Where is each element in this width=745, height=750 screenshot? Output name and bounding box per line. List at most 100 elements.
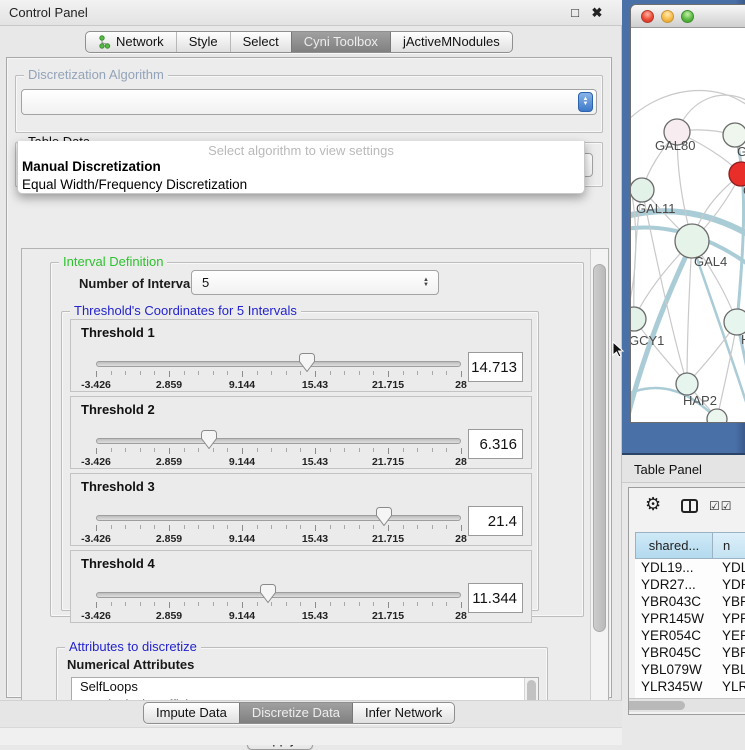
dropdown-item-equal-width-frequency-discretization[interactable]: Equal Width/Frequency Discretization xyxy=(18,176,584,194)
tick-mark xyxy=(417,371,418,375)
table-row[interactable]: YPR145WYPR1 xyxy=(635,610,745,627)
table-row[interactable]: YBR043CYBR0 xyxy=(635,593,745,610)
threshold-label: Threshold 2 xyxy=(81,402,155,417)
tick-label: 15.43 xyxy=(302,456,328,468)
cell-name[interactable]: YBL0 xyxy=(713,661,745,678)
cell-shared-name[interactable]: YBL079W xyxy=(635,661,713,678)
table-toolbar: ⚙ ☑☑ xyxy=(629,488,745,526)
slider-thumb[interactable] xyxy=(201,430,217,449)
horizontal-scrollbar[interactable] xyxy=(629,698,745,712)
table-row[interactable]: YLR345WYLR3 xyxy=(635,678,745,695)
threshold-value-input[interactable]: 14.713 xyxy=(468,352,523,382)
slider-thumb[interactable] xyxy=(376,507,392,526)
tab-impute-data[interactable]: Impute Data xyxy=(144,703,239,723)
checkboxes-icon[interactable]: ☑☑ xyxy=(709,499,733,513)
tick-mark xyxy=(198,525,199,529)
threshold-slider[interactable]: -3.4262.8599.14415.4321.71528 xyxy=(96,435,461,465)
cell-name[interactable]: YDR2 xyxy=(713,576,745,593)
cell-name[interactable]: YDL1 xyxy=(713,559,745,576)
threshold-label: Threshold 1 xyxy=(81,325,155,340)
tick-mark xyxy=(344,602,345,606)
cell-shared-name[interactable]: YLR345W xyxy=(635,678,713,695)
tab-label: Impute Data xyxy=(156,703,227,723)
cell-name[interactable]: YLR3 xyxy=(713,678,745,695)
cell-name[interactable]: YPR1 xyxy=(713,610,745,627)
column-header-shared[interactable]: shared... xyxy=(635,532,713,559)
cell-shared-name[interactable]: YBR043C xyxy=(635,593,713,610)
threshold-label: Threshold 3 xyxy=(81,479,155,494)
zoom-traffic-light-icon[interactable] xyxy=(681,10,694,23)
threshold-value-input[interactable]: 11.344 xyxy=(468,583,523,613)
tick-mark xyxy=(300,448,301,452)
network-node-hap2[interactable] xyxy=(676,373,698,395)
node-label: GAL4 xyxy=(694,254,727,269)
slider-thumb[interactable] xyxy=(299,353,315,372)
split-columns-icon[interactable] xyxy=(681,499,698,513)
tab-jactivemnodules[interactable]: jActiveMNodules xyxy=(390,32,512,52)
threshold-value-input[interactable]: 21.4 xyxy=(468,506,523,536)
top-tab-bar: Network Style SelectCyni ToolboxjActiveMNo… xyxy=(85,31,513,53)
gear-icon[interactable]: ⚙ xyxy=(645,494,661,515)
algorithm-combobox[interactable]: ▲▼ xyxy=(21,89,597,115)
combo-stepper-icon[interactable]: ▲▼ xyxy=(578,92,593,112)
tab-network[interactable]: Network xyxy=(86,32,176,52)
network-node-gcy1[interactable] xyxy=(631,307,646,331)
threshold-value-input[interactable]: 6.316 xyxy=(468,429,523,459)
cell-shared-name[interactable]: YER054C xyxy=(635,627,713,644)
close-traffic-light-icon[interactable] xyxy=(641,10,654,23)
minimize-traffic-light-icon[interactable] xyxy=(661,10,674,23)
tick-mark xyxy=(330,448,331,452)
table-row[interactable]: YBR045CYBR0 xyxy=(635,644,745,661)
tick-label: 2.859 xyxy=(156,533,182,545)
dropdown-item-manual-discretization[interactable]: Manual Discretization xyxy=(18,158,584,176)
network-node-gal11[interactable] xyxy=(631,178,654,202)
slider-groove[interactable] xyxy=(96,592,461,598)
tick-mark xyxy=(373,602,374,606)
tab-cyni-toolbox[interactable]: Cyni Toolbox xyxy=(291,32,390,52)
close-icon[interactable]: ✖ xyxy=(588,4,606,22)
cell-name[interactable]: YBR0 xyxy=(713,644,745,661)
tick-mark xyxy=(300,602,301,606)
vertical-scrollbar-thumb[interactable] xyxy=(593,264,606,632)
num-intervals-combobox[interactable]: 5 ▲▼ xyxy=(191,270,439,295)
float-window-icon[interactable]: □ xyxy=(566,4,584,22)
table-row[interactable]: YER054CYER0 xyxy=(635,627,745,644)
tab-select[interactable]: Select xyxy=(230,32,291,52)
tab-label: Style xyxy=(189,32,218,52)
table-row[interactable]: YDR27...YDR2 xyxy=(635,576,745,593)
slider-groove[interactable] xyxy=(96,515,461,521)
horizontal-scrollbar-thumb[interactable] xyxy=(628,701,685,710)
cell-shared-name[interactable]: YDL19... xyxy=(635,559,713,576)
tab-infer-network[interactable]: Infer Network xyxy=(352,703,454,723)
tick-mark xyxy=(344,448,345,452)
network-node[interactable] xyxy=(707,409,727,423)
vertical-scrollbar[interactable] xyxy=(590,249,608,725)
bottom-tab-bar: Impute Data Discretize DataInfer Network xyxy=(143,702,455,724)
cell-name[interactable]: YBR0 xyxy=(713,593,745,610)
threshold-slider[interactable]: -3.4262.8599.14415.4321.71528 xyxy=(96,589,461,619)
tab-discretize-data[interactable]: Discretize Data xyxy=(239,703,352,723)
cell-shared-name[interactable]: YPR145W xyxy=(635,610,713,627)
cell-shared-name[interactable]: YBR045C xyxy=(635,644,713,661)
combo-stepper-icon[interactable]: ▲▼ xyxy=(420,278,432,288)
table-row[interactable]: YDL19...YDL1 xyxy=(635,559,745,576)
column-header-name[interactable]: n xyxy=(713,532,745,559)
network-canvas[interactable]: GAL80GCGAL11GAL4GCY1HHAP2 xyxy=(631,28,745,423)
tick-label: 15.43 xyxy=(302,610,328,622)
cell-shared-name[interactable]: YDR27... xyxy=(635,576,713,593)
slider-thumb[interactable] xyxy=(260,584,276,603)
slider-groove[interactable] xyxy=(96,361,461,367)
tab-style[interactable]: Style xyxy=(176,32,230,52)
network-node-gal4[interactable] xyxy=(675,224,709,258)
tick-label: 15.43 xyxy=(302,379,328,391)
slider-tick-labels: -3.4262.8599.14415.4321.71528 xyxy=(96,610,461,621)
slider-groove[interactable] xyxy=(96,438,461,444)
tab-label: Network xyxy=(116,32,164,52)
attribute-item-selfloops[interactable]: SelfLoops xyxy=(72,678,538,696)
threshold-slider[interactable]: -3.4262.8599.14415.4321.71528 xyxy=(96,358,461,388)
threshold-slider[interactable]: -3.4262.8599.14415.4321.71528 xyxy=(96,512,461,542)
table-row[interactable]: YBL079WYBL0 xyxy=(635,661,745,678)
cell-name[interactable]: YER0 xyxy=(713,627,745,644)
tick-mark xyxy=(184,602,185,606)
tick-mark xyxy=(111,371,112,375)
